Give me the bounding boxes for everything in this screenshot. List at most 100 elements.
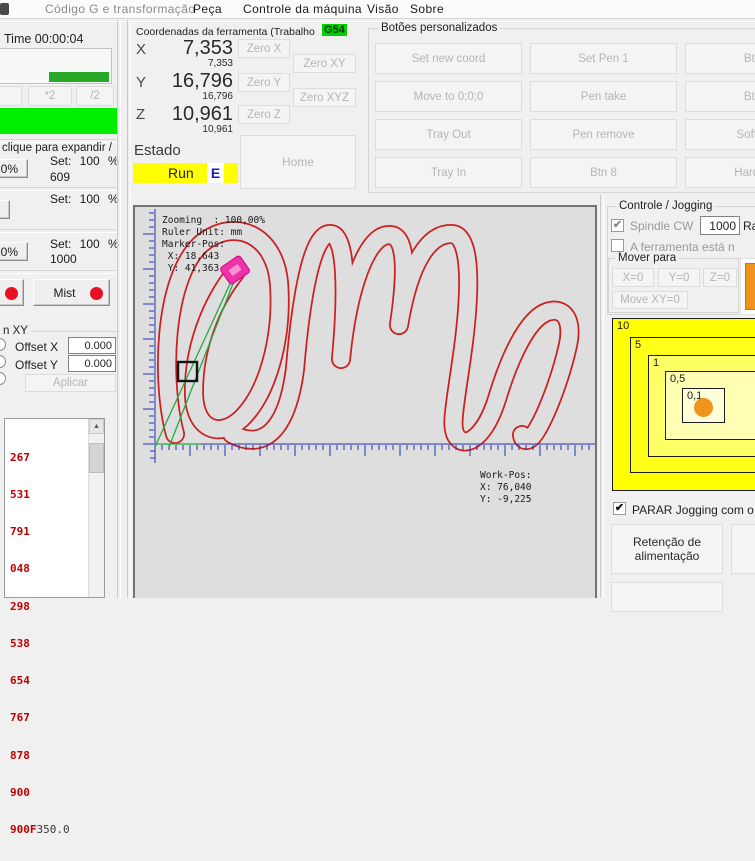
spindle-cw-label: Spindle CW [630, 219, 693, 233]
custom-btn-hard-reset[interactable]: Hard R [685, 157, 755, 188]
times2-button[interactable]: *2 [28, 86, 72, 106]
work-pos-title: Work-Pos: [480, 470, 531, 481]
gcode-list[interactable]: 267 531 791 048 298 538 654 767 878 900 … [4, 418, 105, 598]
rapid-10pct-button[interactable]: 10% [0, 200, 10, 219]
home-button[interactable]: Home [240, 135, 356, 189]
axis-y-subvalue: 16,796 [170, 91, 233, 102]
estop-flag: E [207, 163, 224, 183]
scroll-up-button[interactable]: ▲ [89, 419, 104, 434]
expand-hint[interactable]: clique para expandir / [2, 142, 112, 154]
tool-checkbox[interactable] [611, 239, 624, 252]
marker-pos-y: Y: 41,363 [162, 263, 219, 274]
zero-xy-button[interactable]: Zero XY [293, 54, 356, 73]
jog-step-label: 0,5 [670, 373, 685, 385]
stop-jogging-checkbox[interactable]: ✔ [613, 502, 626, 515]
bottom-stub-button[interactable] [611, 582, 723, 612]
custom-btn-soft-reset[interactable]: Soft R [685, 119, 755, 150]
mist-button[interactable]: Mist [33, 279, 110, 306]
stop-jogging-label: PARAR Jogging com o m [632, 503, 755, 517]
flood-button[interactable] [0, 279, 24, 306]
custom-btn-tray-out[interactable]: Tray Out [375, 119, 522, 150]
spindle-speed-input[interactable]: 1000 [700, 216, 740, 235]
gcode-line[interactable]: 767 [10, 712, 104, 724]
mist-status-icon [90, 287, 103, 300]
div2-button[interactable]: /2 [76, 86, 114, 106]
progress-bar-green [49, 72, 109, 82]
gcode-line[interactable]: 298 [10, 601, 104, 613]
app-icon [0, 3, 9, 15]
status-bar-green [0, 108, 118, 134]
run-time-label: Time 00:00:04 [4, 32, 83, 46]
offset-x-label: Offset X [15, 340, 58, 354]
work-pos-x: X: 76,040 [480, 482, 532, 493]
speed-stub-button[interactable] [0, 86, 22, 106]
jog-pad[interactable]: 10 5 1 0,5 0,1 [612, 318, 755, 492]
slider-handle-orange[interactable] [745, 263, 755, 310]
left-panel: Time 00:00:04 *2 /2 clique para expandir… [0, 20, 118, 598]
jog-step-label: 10 [617, 320, 629, 332]
gcode-scrollbar[interactable]: ▲ [88, 419, 104, 597]
separator [0, 270, 116, 274]
feed-hold-button[interactable]: Retenção de alimentação [611, 524, 723, 574]
custom-btn-6[interactable]: Btn [685, 81, 755, 112]
custom-buttons-title: Botões personalizados [378, 22, 500, 34]
move-y0-button[interactable]: Y=0 [658, 268, 700, 287]
menu-controle[interactable]: Controle da máquina [243, 2, 362, 16]
spindle-10pct-button[interactable]: 10% [0, 242, 28, 261]
custom-btn-tray-in[interactable]: Tray In [375, 157, 522, 188]
separator [0, 229, 116, 233]
feed-set-label: Set: 100 % [50, 154, 119, 168]
move-z0-button[interactable]: Z=0 [703, 268, 737, 287]
custom-btn-set-pen-1[interactable]: Set Pen 1 [530, 43, 677, 74]
custom-btn-set-new-coord[interactable]: Set new coord [375, 43, 522, 74]
custom-btn-move-000[interactable]: Move to 0;0;0 [375, 81, 522, 112]
axis-y-value: 16,796 [170, 70, 233, 93]
gcode-line[interactable]: 900F350.0 [10, 824, 104, 836]
menu-gcode[interactable]: Código G e transformação [45, 2, 195, 16]
offset-y-label: Offset Y [15, 358, 58, 372]
feed-value: 609 [50, 170, 70, 184]
gcode-line[interactable]: 538 [10, 638, 104, 650]
rapid-label: Rap [743, 219, 755, 233]
custom-btn-pen-take[interactable]: Pen take [530, 81, 677, 112]
spindle-cw-checkbox[interactable]: ✔ [611, 219, 624, 232]
progress-track [0, 48, 112, 84]
gcode-line[interactable]: 654 [10, 675, 104, 687]
apply-offset-button[interactable]: Aplicar [25, 374, 116, 392]
custom-btn-3[interactable]: Btn [685, 43, 755, 74]
offset-y-input[interactable]: 0.000 [68, 355, 116, 372]
custom-btn-pen-remove[interactable]: Pen remove [530, 119, 677, 150]
right-stub-button[interactable] [731, 524, 755, 574]
gcode-line[interactable]: 878 [10, 750, 104, 762]
toolpath-canvas[interactable]: Zooming : 100,00% Ruler Unit: mm Marker-… [135, 207, 595, 598]
jog-position-dot[interactable] [694, 398, 713, 417]
zero-x-button[interactable]: Zero X [238, 39, 290, 58]
axis-z-value: 10,961 [170, 103, 233, 126]
splitter-left[interactable] [117, 20, 121, 598]
gcode-line[interactable]: 900 [10, 787, 104, 799]
zero-y-button[interactable]: Zero Y [238, 73, 290, 92]
menu-bar: Código G e transformação Peça Controle d… [0, 0, 755, 18]
move-x0-button[interactable]: X=0 [612, 268, 654, 287]
custom-btn-8[interactable]: Btn 8 [530, 157, 677, 188]
mover-group-title: Mover para [615, 252, 679, 264]
zero-xyz-button[interactable]: Zero XYZ [293, 88, 356, 107]
zoom-level-text: Zooming : 100,00% [162, 215, 265, 226]
scroll-thumb[interactable] [89, 443, 104, 473]
feed-10pct-button[interactable]: 10% [0, 159, 28, 178]
gcode-coord: 900F [10, 823, 37, 836]
offset-x-input[interactable]: 0.000 [68, 337, 116, 354]
zero-z-button[interactable]: Zero Z [238, 105, 290, 124]
marker-pos-x: X: 18,643 [162, 251, 219, 262]
menu-visao[interactable]: Visão [367, 2, 399, 16]
axis-z-label: Z [136, 106, 145, 123]
jog-step-label: 5 [635, 339, 641, 351]
menu-peca[interactable]: Peça [193, 2, 222, 16]
rapid-set-label: Set: 100 % [50, 192, 119, 206]
axis-x-value: 7,353 [170, 37, 233, 60]
move-xy0-button[interactable]: Move XY=0 [612, 291, 688, 309]
axis-x-subvalue: 7,353 [170, 58, 233, 69]
menu-sobre[interactable]: Sobre [410, 2, 444, 16]
axis-y-label: Y [136, 74, 146, 91]
toolpath-viewport[interactable]: Zooming : 100,00% Ruler Unit: mm Marker-… [133, 205, 597, 598]
